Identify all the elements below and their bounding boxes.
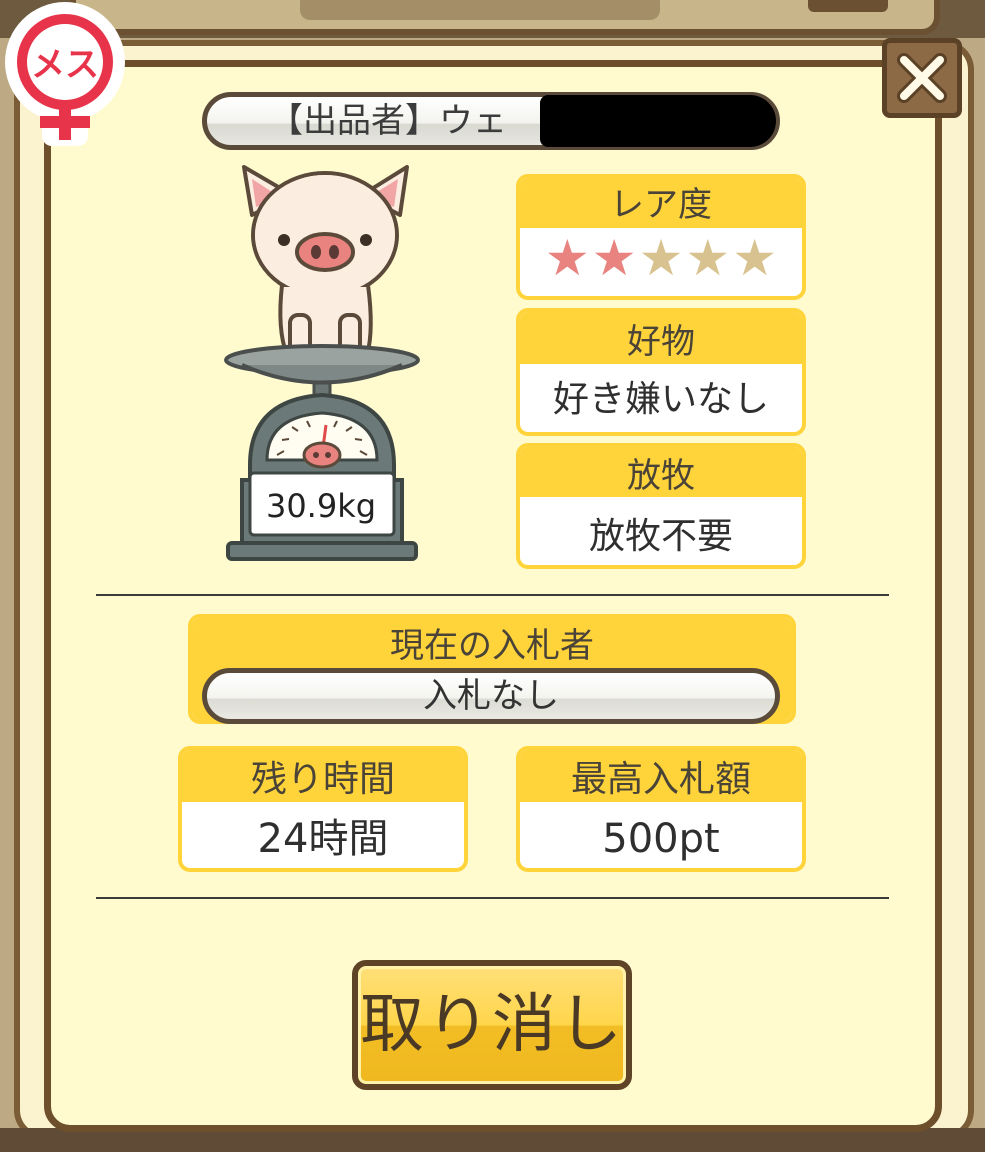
- highest-bid-title: 最高入札額: [520, 750, 802, 802]
- star-filled-icon: ★: [591, 229, 637, 287]
- close-button[interactable]: [882, 38, 962, 118]
- time-left-value: 24時間: [257, 816, 389, 862]
- favorite-food-title: 好物: [520, 312, 802, 364]
- rarity-stars: ★ ★ ★ ★ ★: [520, 228, 802, 296]
- highest-bid-value: 500pt: [602, 816, 720, 862]
- rarity-card: レア度 ★ ★ ★ ★ ★: [516, 174, 806, 300]
- weight-readout: 30.9kg: [265, 487, 377, 525]
- badge-label: メス: [31, 45, 99, 85]
- grazing-card: 放牧 放牧不要: [516, 443, 806, 569]
- divider-bottom: [96, 897, 889, 899]
- female-badge: メス: [2, 2, 128, 148]
- star-empty-icon: ★: [638, 229, 684, 287]
- time-left-title: 残り時間: [182, 750, 464, 802]
- highest-bid-card: 最高入札額 500pt: [516, 746, 806, 872]
- close-icon: [897, 53, 947, 103]
- redacted-name-block: [540, 95, 776, 147]
- grazing-value: 放牧不要: [588, 516, 733, 557]
- favorite-food-value: 好き嫌いなし: [552, 379, 769, 420]
- cancel-button[interactable]: 取り消し: [352, 960, 632, 1090]
- favorite-food-card: 好物 好き嫌いなし: [516, 308, 806, 436]
- top-title-board-text-shadow: [300, 0, 660, 20]
- grazing-title: 放牧: [520, 447, 802, 497]
- divider-top: [96, 594, 889, 596]
- current-bidder-value: 入札なし: [202, 668, 780, 724]
- star-filled-icon: ★: [544, 229, 590, 287]
- time-left-card: 残り時間 24時間: [178, 746, 468, 872]
- female-symbol-icon: メス: [5, 2, 125, 146]
- star-empty-icon: ★: [685, 229, 731, 287]
- star-empty-icon: ★: [732, 229, 778, 287]
- top-board-button: [808, 0, 888, 12]
- rarity-title: レア度: [520, 178, 802, 228]
